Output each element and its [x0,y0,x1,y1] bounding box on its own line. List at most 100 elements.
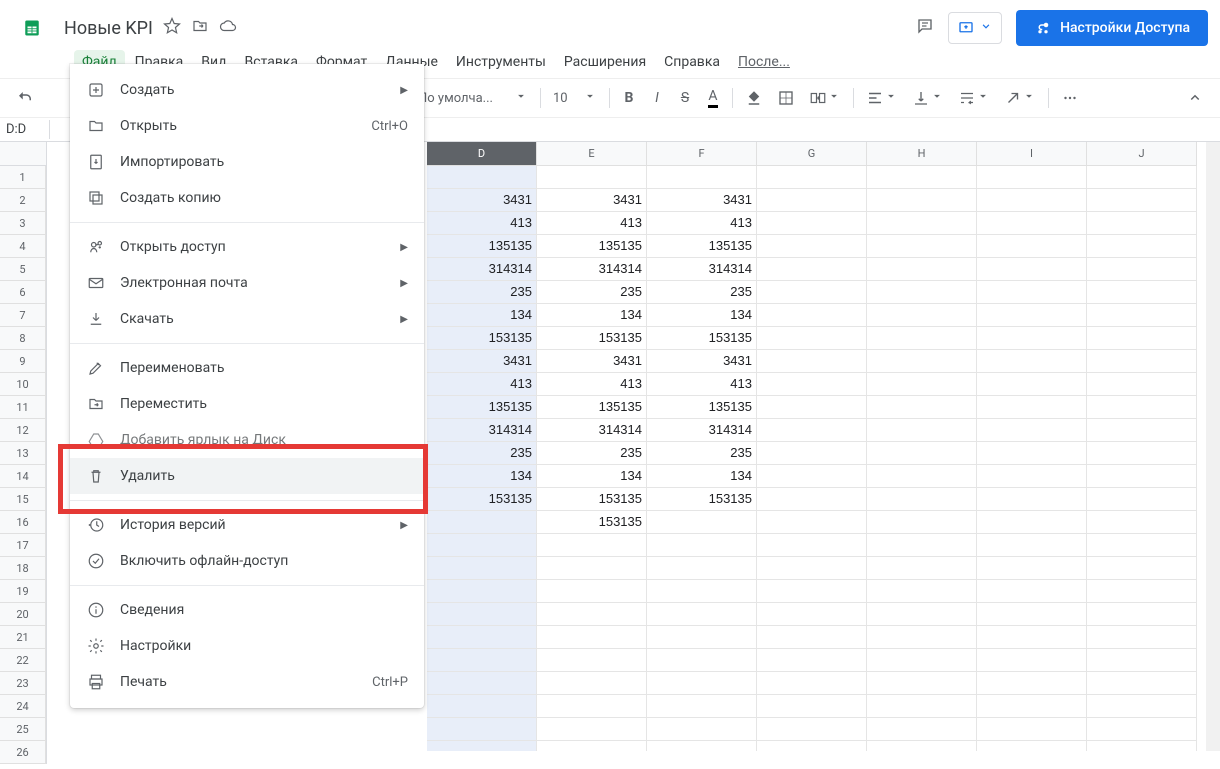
cell[interactable] [1087,189,1197,212]
size-select[interactable]: 10 [547,87,603,109]
cell[interactable] [757,350,867,373]
cell[interactable] [1087,258,1197,281]
row-header[interactable]: 2 [0,189,46,212]
row-header[interactable]: 21 [0,626,46,649]
row-header[interactable]: 3 [0,212,46,235]
file-menu-item[interactable]: Создать копию [70,180,424,216]
cell[interactable]: 413 [537,373,647,396]
cell[interactable] [537,741,647,751]
cell[interactable] [977,166,1087,189]
file-menu-item[interactable]: Скачать▶ [70,301,424,337]
name-box[interactable]: D:D [0,120,50,139]
present-button[interactable] [948,12,1002,44]
cell[interactable] [977,534,1087,557]
cell[interactable]: 3431 [647,189,757,212]
cell[interactable] [537,603,647,626]
cell[interactable]: 314314 [427,258,537,281]
cell[interactable] [1087,212,1197,235]
cell[interactable] [867,488,977,511]
row-header[interactable]: 1 [0,166,46,189]
cell[interactable] [977,695,1087,718]
column-header[interactable]: J [1087,142,1197,166]
cell[interactable]: 153135 [537,327,647,350]
cell[interactable] [757,488,867,511]
comments-icon[interactable] [916,17,934,39]
row-header[interactable]: 25 [0,718,46,741]
cell[interactable]: 134 [647,304,757,327]
cell[interactable] [867,258,977,281]
cell[interactable] [757,258,867,281]
column-header[interactable]: G [757,142,867,166]
menu-tools[interactable]: Инструменты [448,50,554,74]
row-header[interactable]: 20 [0,603,46,626]
cell[interactable] [867,557,977,580]
cell[interactable] [427,557,537,580]
file-menu-item[interactable]: Переместить [70,386,424,422]
cell[interactable] [867,304,977,327]
cell[interactable] [647,557,757,580]
cell[interactable] [867,580,977,603]
row-header[interactable]: 10 [0,373,46,396]
cell[interactable]: 235 [537,442,647,465]
undo-button[interactable] [10,85,40,111]
cell[interactable]: 135135 [647,235,757,258]
cell[interactable]: 134 [537,465,647,488]
cell[interactable] [427,718,537,741]
cell[interactable]: 153135 [427,488,537,511]
cell[interactable] [647,626,757,649]
cell[interactable] [647,534,757,557]
vertical-scrollbar[interactable] [1206,142,1220,751]
cell[interactable] [427,741,537,751]
cell[interactable] [977,442,1087,465]
cell[interactable] [977,465,1087,488]
cell[interactable] [867,166,977,189]
strike-button[interactable]: S [672,85,698,111]
cell[interactable] [977,672,1087,695]
file-menu-item[interactable]: Электронная почта▶ [70,265,424,301]
font-select[interactable]: По умолча... [412,87,534,109]
cell[interactable] [977,511,1087,534]
cell[interactable] [757,626,867,649]
cell[interactable]: 413 [647,373,757,396]
cell[interactable] [647,741,757,751]
cell[interactable] [757,281,867,304]
column-header[interactable]: D [427,142,537,166]
cell[interactable] [1087,442,1197,465]
cell[interactable]: 314314 [427,419,537,442]
row-header[interactable]: 17 [0,534,46,557]
row-header[interactable]: 14 [0,465,46,488]
cell[interactable] [757,649,867,672]
cell[interactable]: 3431 [537,350,647,373]
select-all-corner[interactable] [0,142,47,166]
cell[interactable] [977,304,1087,327]
cell[interactable] [1087,488,1197,511]
row-header[interactable]: 13 [0,442,46,465]
cell[interactable]: 153135 [647,327,757,350]
file-menu-item[interactable]: Включить офлайн-доступ [70,543,424,579]
cell[interactable] [977,327,1087,350]
cell[interactable] [867,695,977,718]
cell[interactable] [867,281,977,304]
cell[interactable]: 235 [427,442,537,465]
row-header[interactable]: 19 [0,580,46,603]
cell[interactable] [1087,235,1197,258]
cell[interactable] [757,511,867,534]
cell[interactable] [977,373,1087,396]
cell[interactable] [647,718,757,741]
cell[interactable] [1087,304,1197,327]
cell[interactable] [977,718,1087,741]
cell[interactable] [427,580,537,603]
cell[interactable] [867,373,977,396]
cell[interactable] [757,327,867,350]
cell[interactable] [1087,718,1197,741]
cell[interactable] [427,511,537,534]
cell[interactable] [867,603,977,626]
menu-help[interactable]: Справка [656,50,728,74]
cell[interactable] [647,672,757,695]
cell[interactable] [977,189,1087,212]
cell[interactable]: 135135 [427,396,537,419]
cell[interactable] [757,212,867,235]
cell[interactable] [977,741,1087,751]
cell[interactable] [1087,603,1197,626]
row-header[interactable]: 6 [0,281,46,304]
